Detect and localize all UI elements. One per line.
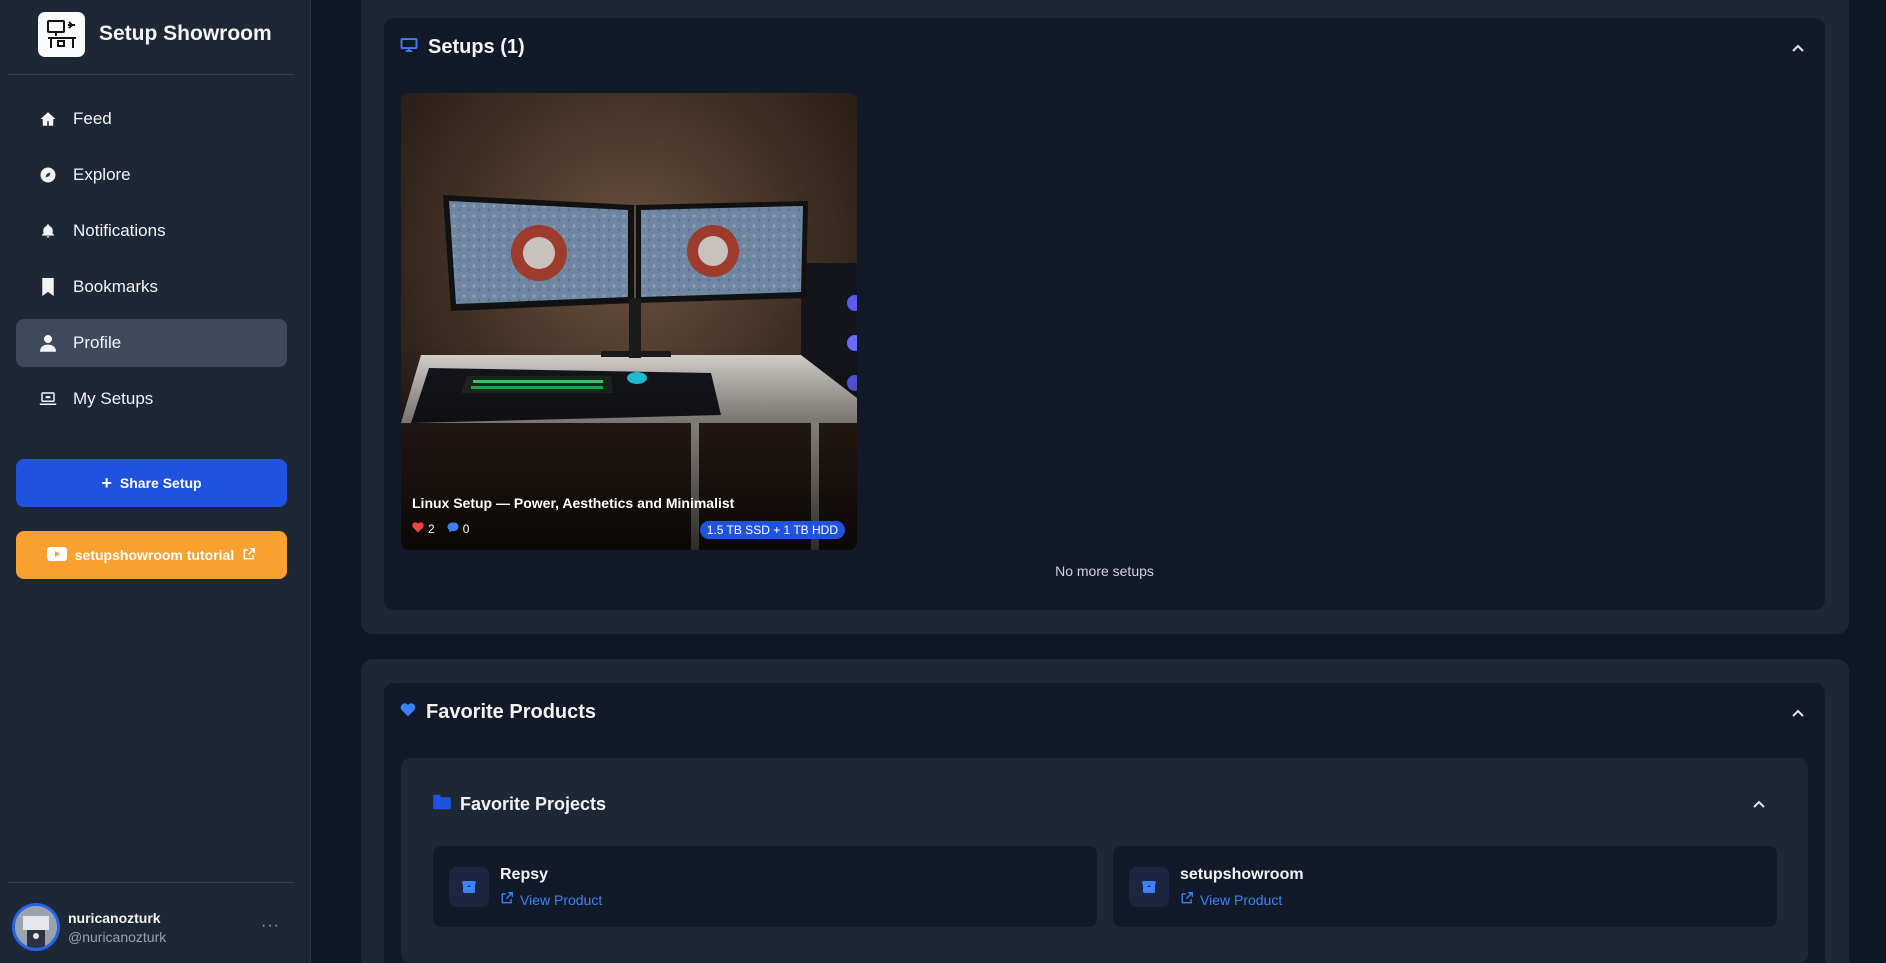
setup-photo <box>401 93 857 550</box>
view-product-label: View Product <box>1200 891 1283 908</box>
nav-item-bookmarks[interactable]: Bookmarks <box>16 263 287 311</box>
folder-icon <box>432 794 452 815</box>
nav-label: Explore <box>73 165 131 184</box>
compass-icon <box>39 166 57 184</box>
external-link-icon <box>242 547 256 564</box>
project-name: setupshowroom <box>1180 866 1304 883</box>
nav-label: My Setups <box>73 389 154 408</box>
setup-stats: 2 0 <box>412 522 469 536</box>
share-setup-label: Share Setup <box>119 475 202 491</box>
setup-title: Linux Setup — Power, Aesthetics and Mini… <box>412 495 735 511</box>
nav-item-notifications[interactable]: Notifications <box>16 207 287 255</box>
monitor-icon <box>400 37 418 58</box>
favorite-projects-header: Favorite Projects <box>432 794 606 815</box>
more-options-icon[interactable]: ··· <box>261 917 280 935</box>
brand[interactable]: Setup Showroom <box>38 11 272 57</box>
project-item-setupshowroom[interactable]: setupshowroom View Product <box>1113 846 1777 927</box>
setups-header: Setups (1) <box>400 36 525 59</box>
likes-value: 2 <box>428 522 435 536</box>
heart-icon <box>400 703 416 722</box>
heart-icon <box>412 522 424 536</box>
bell-icon <box>39 222 57 240</box>
nav-item-explore[interactable]: Explore <box>16 151 287 199</box>
collapse-chevron-up-icon[interactable] <box>1791 705 1805 723</box>
user-handle: @nuricanozturk <box>68 928 167 945</box>
share-setup-button[interactable]: + Share Setup <box>16 459 287 507</box>
main-nav: Feed Explore Notifications Bookmarks Pro… <box>16 95 287 431</box>
external-link-icon <box>1180 891 1194 908</box>
comment-icon <box>447 522 459 536</box>
nav-label: Bookmarks <box>73 277 159 296</box>
favorites-title: Favorite Products <box>426 701 597 723</box>
divider <box>8 882 294 883</box>
collapse-chevron-up-icon[interactable] <box>1791 40 1805 58</box>
plus-icon: + <box>101 473 112 493</box>
user-name: nuricanozturk <box>68 909 161 926</box>
setups-title: Setups (1) <box>428 36 525 58</box>
end-of-list-text: No more setups <box>1055 563 1154 579</box>
user-icon <box>39 334 57 352</box>
tutorial-label: setupshowroom tutorial <box>74 547 235 563</box>
nav-item-my-setups[interactable]: My Setups <box>16 375 287 423</box>
box-icon <box>449 867 489 907</box>
view-product-link[interactable]: View Product <box>1180 891 1282 908</box>
collapse-chevron-up-icon[interactable] <box>1752 796 1766 814</box>
home-icon <box>39 110 57 128</box>
bookmark-icon <box>39 278 57 296</box>
nav-item-profile[interactable]: Profile <box>16 319 287 367</box>
nav-item-feed[interactable]: Feed <box>16 95 287 143</box>
project-name: Repsy <box>500 866 549 883</box>
avatar[interactable] <box>12 903 60 951</box>
likes-count[interactable]: 2 <box>412 522 435 536</box>
comments-value: 0 <box>462 522 470 536</box>
user-profile[interactable]: nuricanozturk @nuricanozturk ··· <box>12 903 292 951</box>
tutorial-button[interactable]: setupshowroom tutorial <box>16 531 287 579</box>
brand-logo <box>38 11 85 57</box>
laptop-icon <box>39 390 57 408</box>
brand-title: Setup Showroom <box>99 22 272 45</box>
view-product-label: View Product <box>520 891 603 908</box>
divider <box>8 74 294 75</box>
youtube-icon <box>46 546 67 564</box>
nav-label: Profile <box>73 333 122 352</box>
user-info: nuricanozturk @nuricanozturk <box>68 910 166 945</box>
nav-label: Notifications <box>73 221 166 240</box>
favorites-header: Favorite Products <box>400 701 596 724</box>
favorite-projects-title: Favorite Projects <box>460 794 607 814</box>
box-icon <box>1129 867 1169 907</box>
nav-label: Feed <box>73 109 112 128</box>
project-item-repsy[interactable]: Repsy View Product <box>433 846 1097 927</box>
external-link-icon <box>500 891 514 908</box>
comments-count[interactable]: 0 <box>447 522 470 536</box>
view-product-link[interactable]: View Product <box>500 891 602 908</box>
spec-badge: 1.5 TB SSD + 1 TB HDD <box>699 521 845 539</box>
sidebar: Setup Showroom Feed Explore Notification… <box>0 0 311 963</box>
setup-card[interactable]: Linux Setup — Power, Aesthetics and Mini… <box>401 93 857 550</box>
